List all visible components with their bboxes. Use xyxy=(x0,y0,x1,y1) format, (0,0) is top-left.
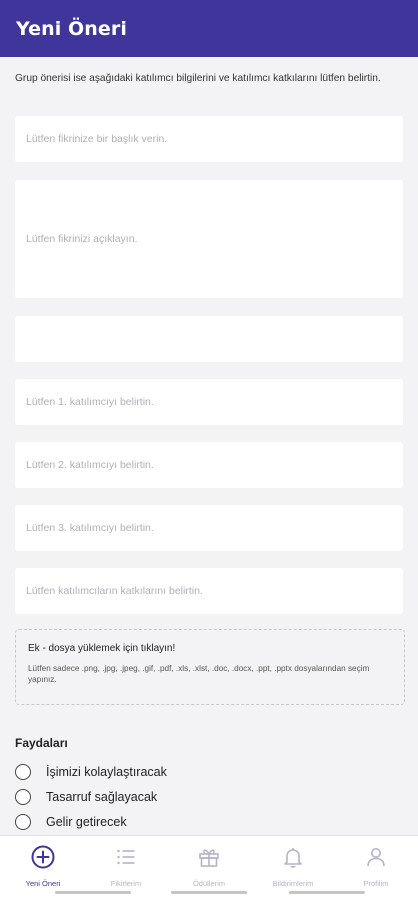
upload-note: Lütfen sadece .png, .jpg, .jpeg, .gif, .… xyxy=(28,664,370,684)
participant-2-placeholder: Lütfen 2. katılımcıyı belirtin. xyxy=(26,459,154,471)
nav-label: Yeni Öneri xyxy=(25,879,61,888)
nav-item-profile[interactable]: Profilim xyxy=(334,836,418,888)
list-icon xyxy=(117,849,135,865)
nav-item-my-ideas[interactable]: Fikirlerim xyxy=(84,836,168,888)
form-intro-text: Grup önerisi ise aşağıdaki katılımcı bil… xyxy=(15,73,381,84)
nav-label: Ödüllerim xyxy=(192,879,226,888)
gesture-bar-center xyxy=(171,891,247,894)
radio-button[interactable] xyxy=(15,764,31,780)
idea-description-input[interactable]: Lütfen fikrinizi açıklayın. xyxy=(15,180,403,298)
nav-label: Fikirlerim xyxy=(110,879,142,888)
nav-item-notifications[interactable]: Bildirimlerim xyxy=(251,836,335,888)
gesture-bar-left xyxy=(55,891,131,894)
upload-title: Ek - dosya yüklemek için tıklayın! xyxy=(28,643,176,654)
app-bar: Yeni Öneri xyxy=(0,0,418,57)
benefit-option-label: Gelir getirecek xyxy=(46,815,127,829)
page-title: Yeni Öneri xyxy=(16,17,128,40)
participant-3-placeholder: Lütfen 3. katılımcıyı belirtin. xyxy=(26,522,154,534)
nav-label: Bildirimlerim xyxy=(272,879,314,888)
benefit-option-easier[interactable]: İşimizi kolaylaştıracak xyxy=(15,764,167,780)
gesture-bar-right xyxy=(289,891,365,894)
nav-label: Profilim xyxy=(363,879,389,888)
idea-title-input[interactable]: Lütfen fikrinize bir başlık verin. xyxy=(15,116,403,162)
extra-input[interactable] xyxy=(15,316,403,362)
radio-button[interactable] xyxy=(15,814,31,830)
benefit-option-label: İşimizi kolaylaştıracak xyxy=(46,765,167,779)
radio-button[interactable] xyxy=(15,789,31,805)
benefit-option-label: Tasarruf sağlayacak xyxy=(46,790,158,804)
nav-item-new-idea[interactable]: Yeni Öneri xyxy=(1,836,85,888)
file-upload-area[interactable]: Ek - dosya yüklemek için tıklayın! Lütfe… xyxy=(15,629,405,705)
participant-2-input[interactable]: Lütfen 2. katılımcıyı belirtin. xyxy=(15,442,403,488)
participant-1-placeholder: Lütfen 1. katılımcıyı belirtin. xyxy=(26,396,154,408)
participant-3-input[interactable]: Lütfen 3. katılımcıyı belirtin. xyxy=(15,505,403,551)
participant-1-input[interactable]: Lütfen 1. katılımcıyı belirtin. xyxy=(15,379,403,425)
benefit-option-income[interactable]: Gelir getirecek xyxy=(15,814,127,830)
benefit-option-savings[interactable]: Tasarruf sağlayacak xyxy=(15,789,157,805)
bell-icon xyxy=(284,848,302,868)
gift-icon xyxy=(199,849,219,867)
idea-title-placeholder: Lütfen fikrinize bir başlık verin. xyxy=(26,133,168,145)
contributions-input[interactable]: Lütfen katılımcıların katkılarını belirt… xyxy=(15,568,403,614)
contributions-placeholder: Lütfen katılımcıların katkılarını belirt… xyxy=(26,585,203,597)
add-circle-icon xyxy=(31,845,55,869)
new-idea-form: Grup önerisi ise aşağıdaki katılımcı bil… xyxy=(0,57,418,835)
benefits-heading: Faydaları xyxy=(15,736,68,750)
person-icon xyxy=(367,848,385,867)
idea-description-placeholder: Lütfen fikrinizi açıklayın. xyxy=(26,233,138,245)
nav-item-rewards[interactable]: Ödüllerim xyxy=(167,836,251,888)
